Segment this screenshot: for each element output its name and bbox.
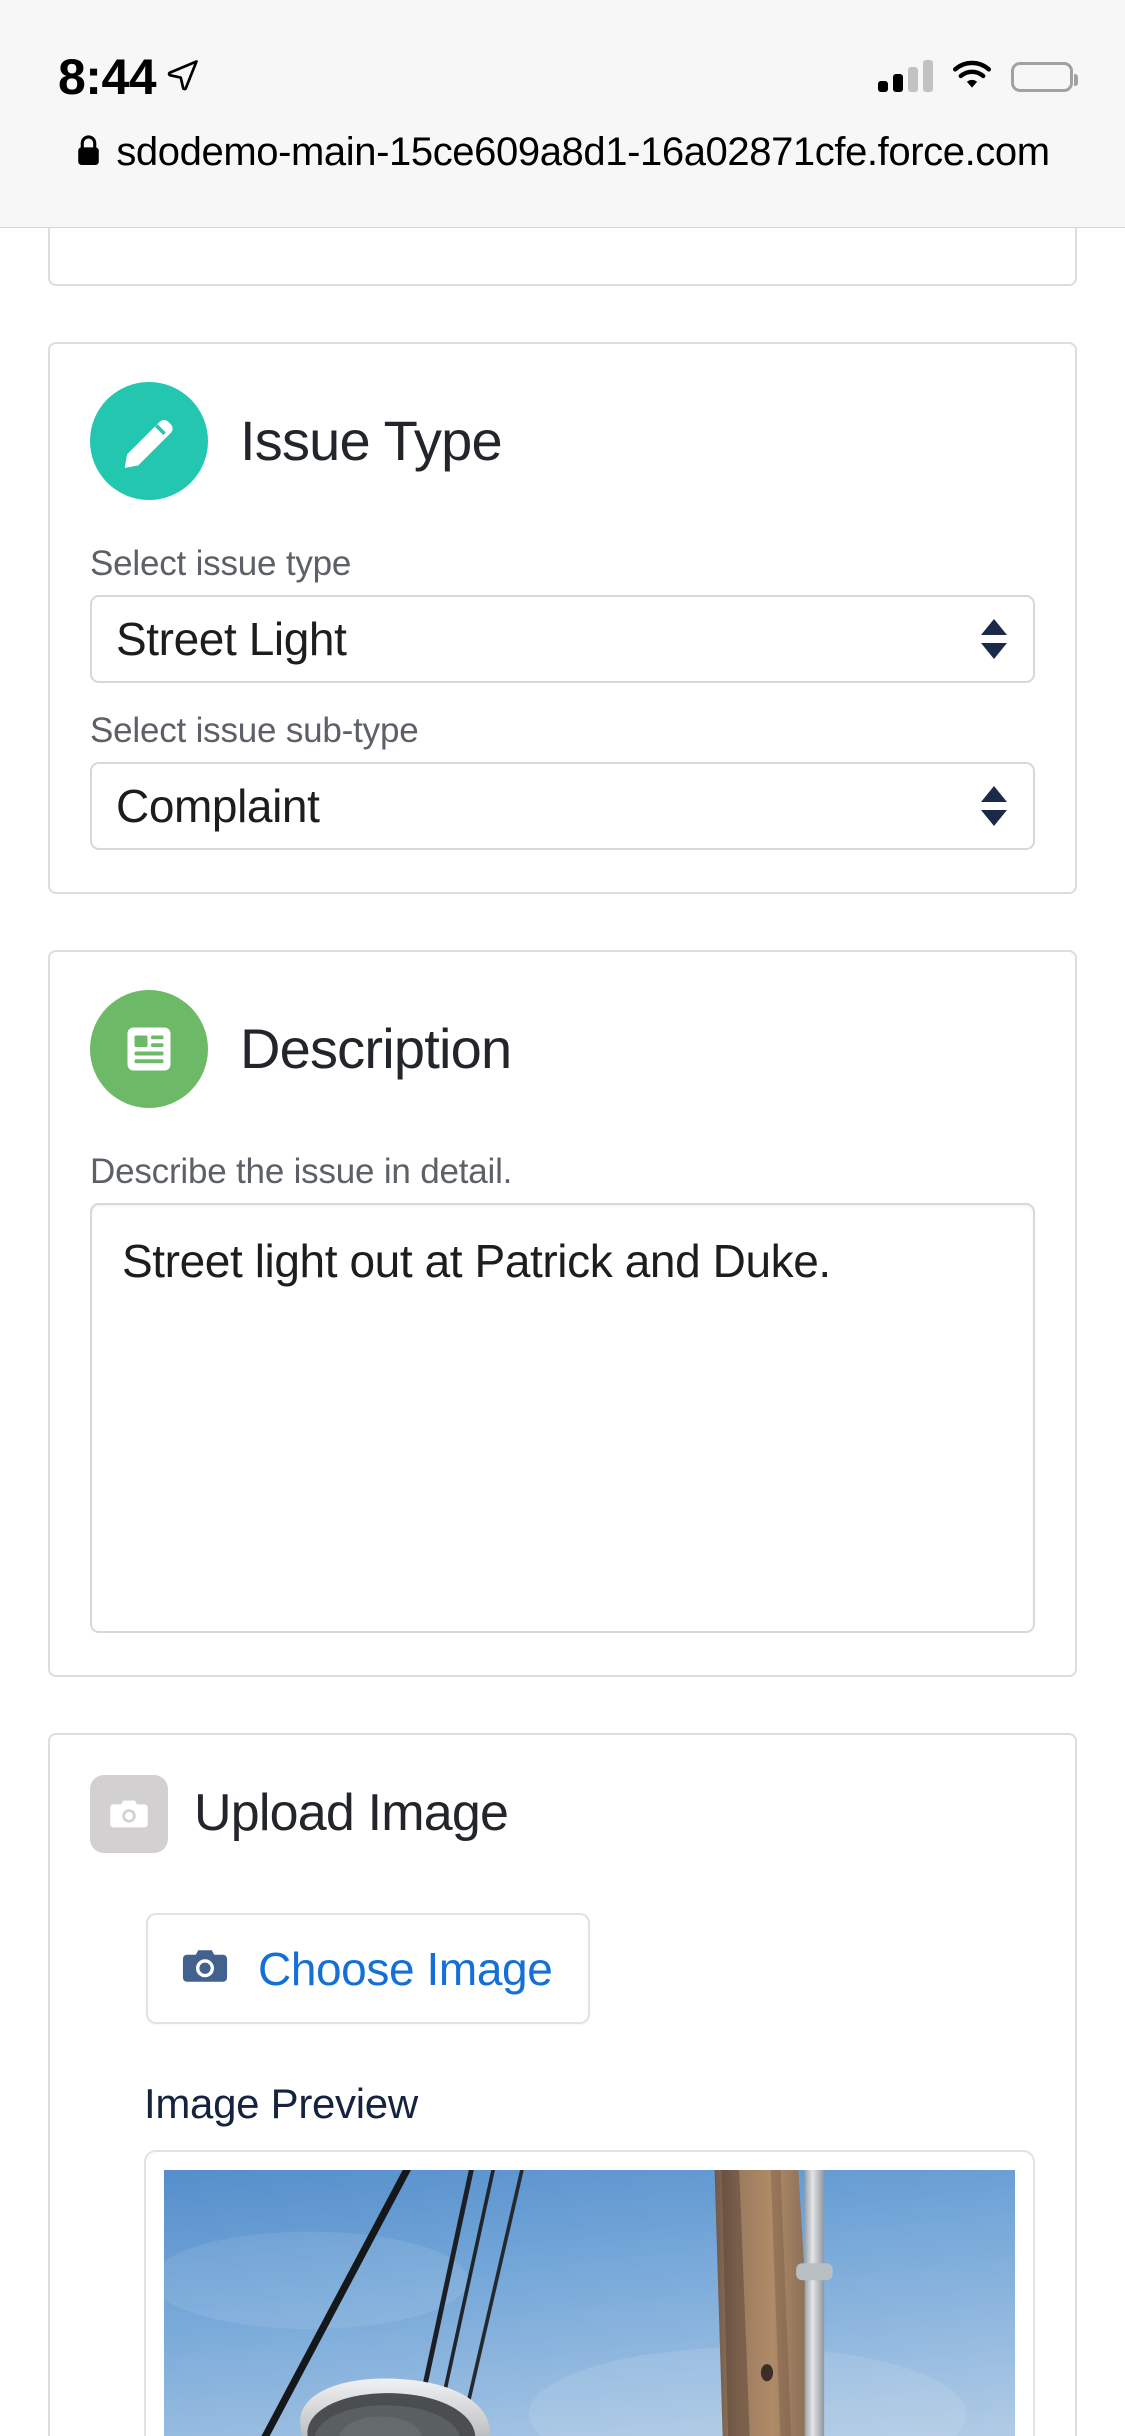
choose-image-row: Choose Image xyxy=(90,1913,1035,2024)
camera-icon xyxy=(178,1939,232,1998)
issue-subtype-select[interactable]: Complaint xyxy=(90,762,1035,850)
cellular-signal-icon xyxy=(878,60,933,92)
url-bar-inner: sdodemo-main-15ce609a8d1-16a02871cfe.for… xyxy=(75,130,1050,175)
image-preview-frame xyxy=(144,2150,1035,2436)
description-card-body: Description Describe the issue in detail… xyxy=(50,952,1075,1675)
page-content: Issue Type Select issue type Street Ligh… xyxy=(0,228,1125,2436)
chevron-stepper-icon[interactable] xyxy=(981,786,1007,826)
issue-subtype-select-label: Select issue sub-type xyxy=(90,711,419,750)
upload-image-card: Upload Image Choose Image Image Preview xyxy=(48,1733,1077,2436)
browser-url-bar[interactable]: sdodemo-main-15ce609a8d1-16a02871cfe.for… xyxy=(0,118,1125,228)
phone-screen: 8:44 sdodemo-main-15ce609a8d1-16a02871cf… xyxy=(0,0,1125,2436)
choose-image-button[interactable]: Choose Image xyxy=(146,1913,591,2024)
status-bar-right xyxy=(878,59,1078,96)
street-light-photo xyxy=(164,2170,1015,2436)
upload-image-header: Upload Image xyxy=(90,1775,1035,1853)
issue-type-header: Issue Type xyxy=(90,382,1035,500)
upload-image-card-body: Upload Image Choose Image Image Preview xyxy=(50,1735,1075,2436)
issue-type-select[interactable]: Street Light xyxy=(90,595,1035,683)
article-icon xyxy=(90,990,208,1108)
choose-image-label: Choose Image xyxy=(258,1942,553,1995)
previous-card-partial xyxy=(48,228,1077,286)
issue-type-card-body: Issue Type Select issue type Street Ligh… xyxy=(50,344,1075,892)
issue-type-title: Issue Type xyxy=(240,409,503,473)
location-arrow-icon xyxy=(166,58,200,97)
issue-subtype-select-value: Complaint xyxy=(116,780,320,832)
description-header: Description xyxy=(90,990,1035,1108)
battery-icon xyxy=(1011,62,1078,92)
camera-icon xyxy=(90,1775,168,1853)
description-title: Description xyxy=(240,1017,512,1081)
status-bar-left: 8:44 xyxy=(58,52,200,102)
issue-type-card: Issue Type Select issue type Street Ligh… xyxy=(48,342,1077,894)
url-text: sdodemo-main-15ce609a8d1-16a02871cfe.for… xyxy=(116,130,1050,174)
status-bar: 8:44 xyxy=(0,0,1125,118)
status-bar-clock: 8:44 xyxy=(58,49,157,105)
description-textarea[interactable]: Street light out at Patrick and Duke. xyxy=(90,1203,1035,1633)
image-preview-title: Image Preview xyxy=(144,2080,418,2127)
wifi-icon xyxy=(951,59,993,96)
pencil-icon xyxy=(90,382,208,500)
issue-type-select-value: Street Light xyxy=(116,613,347,665)
issue-type-select-label: Select issue type xyxy=(90,544,352,583)
description-field-label: Describe the issue in detail. xyxy=(90,1152,513,1191)
lock-icon xyxy=(75,134,102,172)
chevron-stepper-icon[interactable] xyxy=(981,619,1007,659)
description-textarea-value: Street light out at Patrick and Duke. xyxy=(122,1235,831,1287)
upload-image-title: Upload Image xyxy=(194,1784,509,1843)
image-preview-photo[interactable] xyxy=(164,2170,1015,2436)
description-card: Description Describe the issue in detail… xyxy=(48,950,1077,1677)
